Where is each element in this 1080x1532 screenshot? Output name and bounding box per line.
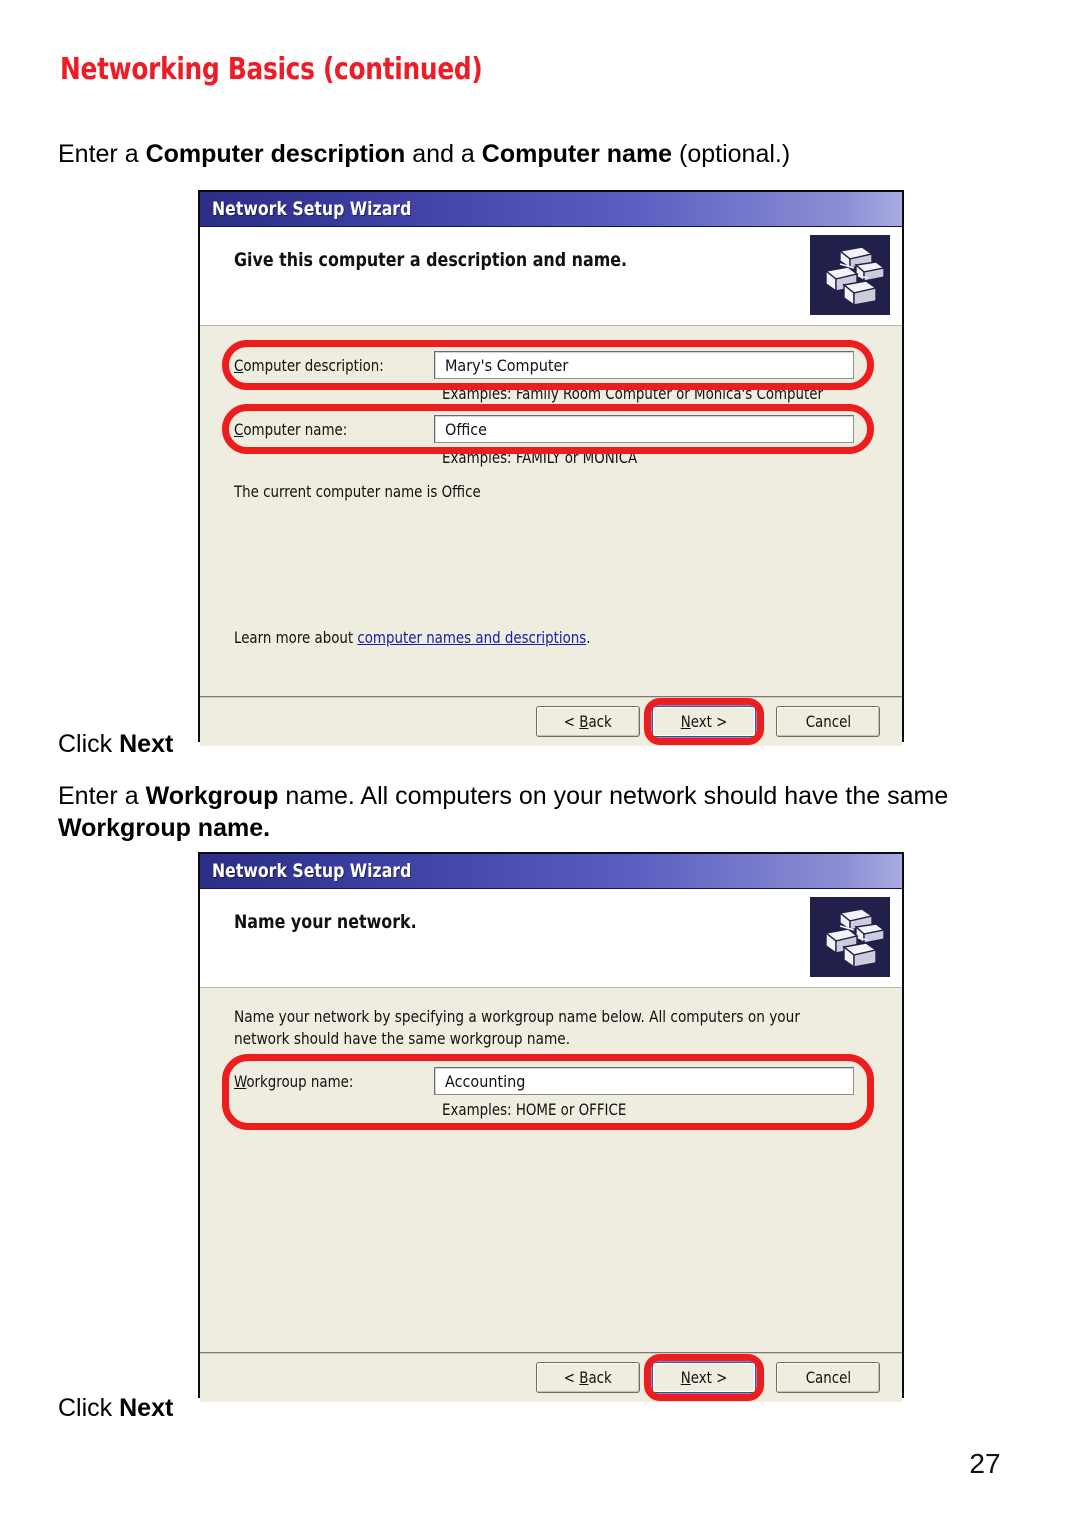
click-next-caption-1: Click Next (58, 730, 173, 759)
workgroup-name-row: Workgroup name: Accounting (234, 1066, 864, 1096)
dialog-2-button-bar: < Back Next > Cancel (200, 1352, 902, 1402)
network-computers-icon (810, 235, 890, 315)
computer-description-input[interactable]: Mary's Computer (434, 351, 854, 379)
dialog-1-titlebar: Network Setup Wizard (200, 192, 902, 227)
computer-names-and-descriptions-link[interactable]: computer names and descriptions (357, 628, 586, 647)
next-button-1-accel: N (680, 712, 691, 731)
instruction-2-mid: name. All computers on your network shou… (278, 782, 949, 810)
workgroup-name-hint: Examples: HOME or OFFICE (442, 1100, 627, 1119)
cancel-button-1-label: Cancel (805, 712, 851, 731)
next-button-2-accel: N (680, 1368, 691, 1387)
instruction-1-mid: and a (405, 140, 482, 168)
network-setup-wizard-dialog-1: Network Setup Wizard Give this computer … (198, 190, 904, 746)
click-next-1-bold: Next (119, 730, 174, 758)
dialog-1-body: Computer description: Mary's Computer Ex… (200, 326, 902, 696)
dialog-2-body: Name your network by specifying a workgr… (200, 988, 902, 1352)
dialog-2-header-band: Name your network. (200, 889, 902, 988)
workgroup-name-label: Workgroup name: (234, 1072, 420, 1091)
learn-more-prefix: Learn more about (234, 628, 358, 647)
page-title: Networking Basics (continued) (60, 52, 483, 87)
back-button-1-pre: < (564, 712, 580, 731)
computer-name-input[interactable]: Office (434, 415, 854, 443)
computer-name-row: Computer name: Office (234, 414, 864, 444)
back-button-2-pre: < (564, 1368, 580, 1387)
click-next-caption-2: Click Next (58, 1394, 173, 1423)
dialog-2-titlebar: Network Setup Wizard (200, 854, 902, 889)
network-computers-icon (810, 897, 890, 977)
cancel-button-2-label: Cancel (805, 1368, 851, 1387)
click-next-2-bold: Next (119, 1394, 174, 1422)
click-next-1-prefix: Click (58, 730, 120, 758)
next-button-1-rest: ext > (690, 712, 728, 731)
network-setup-wizard-dialog-2: Network Setup Wizard Name your network. (198, 852, 904, 1402)
dialog-1-button-bar: < Back Next > Cancel (200, 696, 902, 746)
instruction-2-bold-1: Workgroup (145, 782, 279, 810)
computer-name-label: Computer name: (234, 420, 420, 439)
computer-description-label: Computer description: (234, 356, 420, 375)
instruction-2-prefix: Enter a (58, 782, 146, 810)
back-button-2-accel: B (579, 1368, 589, 1387)
back-button-1[interactable]: < Back (536, 706, 640, 737)
workgroup-name-input[interactable]: Accounting (434, 1067, 854, 1095)
instruction-text-2: Enter a Workgroup name. All computers on… (58, 780, 988, 844)
dialog-1-title-text: Network Setup Wizard (212, 198, 412, 220)
back-button-2-rest: ack (588, 1368, 612, 1387)
computer-name-label-accel: C (234, 419, 244, 439)
back-button-1-accel: B (579, 712, 589, 731)
instruction-1-bold-1: Computer description (145, 140, 406, 168)
current-computer-name-text: The current computer name is Office (234, 482, 481, 501)
dialog-2-title-text: Network Setup Wizard (212, 860, 412, 882)
learn-more-text: Learn more about computer names and desc… (234, 628, 591, 647)
instruction-1-suffix: (optional.) (672, 140, 791, 168)
next-button-2[interactable]: Next > (652, 1362, 756, 1393)
dialog-1-heading: Give this computer a description and nam… (234, 249, 628, 271)
instruction-text-1: Enter a Computer description and a Compu… (58, 138, 1018, 170)
back-button-2[interactable]: < Back (536, 1362, 640, 1393)
instruction-1-bold-2: Computer name (481, 140, 673, 168)
workgroup-name-label-rest: orkgroup name: (246, 1071, 354, 1091)
workgroup-name-label-accel: W (234, 1071, 247, 1091)
next-button-2-rest: ext > (690, 1368, 728, 1387)
instruction-2-bold-2: Workgroup name. (58, 814, 271, 842)
computer-description-hint: Examples: Family Room Computer or Monica… (442, 384, 824, 403)
back-button-1-rest: ack (588, 712, 612, 731)
computer-description-row: Computer description: Mary's Computer (234, 350, 864, 380)
dialog-1-header-band: Give this computer a description and nam… (200, 227, 902, 326)
next-button-1[interactable]: Next > (652, 706, 756, 737)
computer-description-label-accel: C (234, 355, 244, 375)
computer-name-hint: Examples: FAMILY or MONICA (442, 448, 638, 467)
computer-name-label-rest: omputer name: (243, 419, 348, 439)
dialog-2-heading: Name your network. (234, 911, 417, 933)
name-network-description: Name your network by specifying a workgr… (234, 1007, 800, 1048)
instruction-1-prefix: Enter a (58, 140, 146, 168)
learn-more-suffix: . (586, 628, 591, 647)
cancel-button-2[interactable]: Cancel (776, 1362, 880, 1393)
computer-description-label-rest: omputer description: (243, 355, 384, 375)
cancel-button-1[interactable]: Cancel (776, 706, 880, 737)
click-next-2-prefix: Click (58, 1394, 120, 1422)
page-number-value: 27 (969, 1448, 1001, 1479)
page-number: 27 (0, 1448, 1080, 1480)
